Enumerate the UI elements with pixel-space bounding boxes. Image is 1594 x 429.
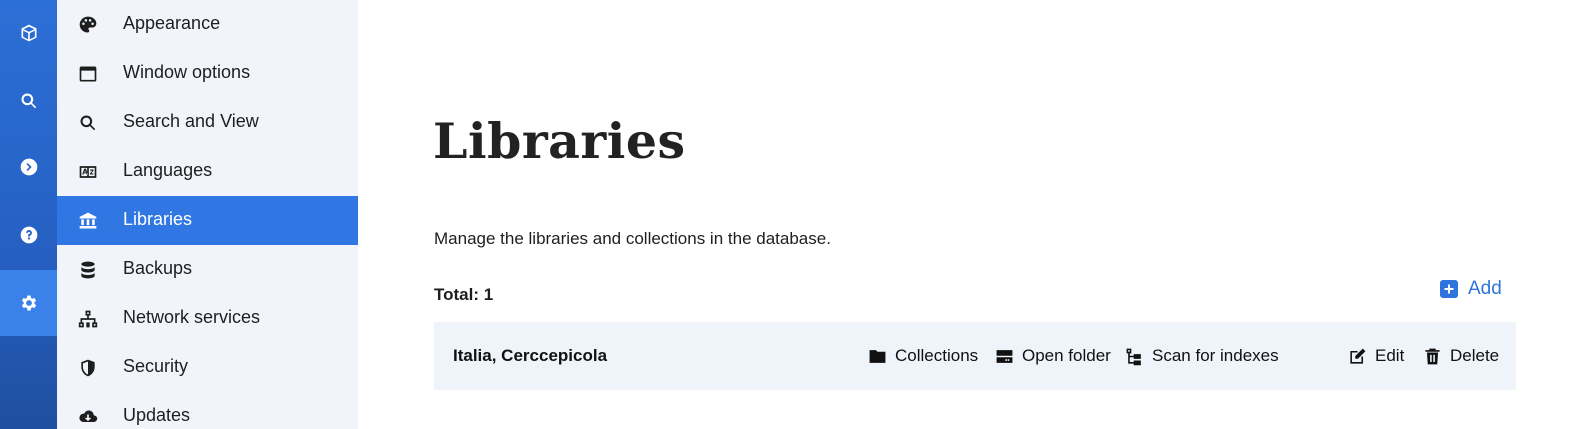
sidebar-item-label: Backups <box>123 258 193 278</box>
add-library-button[interactable]: Add <box>1440 278 1502 300</box>
sidebar-item-updates[interactable]: Updates <box>57 392 358 429</box>
sidebar-item-label: Search and View <box>123 111 259 131</box>
sidebar-item-backups[interactable]: Backups <box>57 245 358 294</box>
edit-button[interactable]: Edit <box>1348 346 1404 366</box>
chevron-right-circle-icon <box>20 158 37 176</box>
shield-icon <box>77 357 99 379</box>
folder-icon <box>869 349 886 363</box>
delete-label: Delete <box>1450 346 1500 365</box>
page-title: Libraries <box>433 112 686 170</box>
sidebar-item-languages[interactable]: Languages <box>57 147 358 196</box>
sidebar-item-label: Updates <box>123 405 191 425</box>
rail-search-button[interactable] <box>0 68 57 134</box>
sidebar-item-security[interactable]: Security <box>57 343 358 392</box>
tree-icon <box>1126 348 1141 365</box>
window-icon <box>77 63 99 85</box>
language-icon <box>77 161 99 183</box>
total-count: Total: 1 <box>434 285 494 304</box>
cloud-download-icon <box>77 406 99 428</box>
library-icon <box>77 210 99 232</box>
main-content: Libraries Manage the libraries and colle… <box>358 0 1594 429</box>
help-circle-icon <box>20 226 37 244</box>
rail-settings-button[interactable] <box>0 270 57 336</box>
drive-icon <box>996 349 1013 363</box>
database-icon <box>77 259 99 281</box>
search-icon <box>77 112 99 134</box>
sidebar-item-window-options[interactable]: Window options <box>57 49 358 98</box>
scan-label: Scan for indexes <box>1152 346 1279 365</box>
rail-library-button[interactable] <box>0 0 57 66</box>
sidebar-item-appearance[interactable]: Appearance <box>57 0 358 49</box>
rail-next-button[interactable] <box>0 134 57 200</box>
sidebar-item-label: Languages <box>123 160 213 180</box>
library-row: Italia, Cerccepicola Collections Open fo… <box>434 322 1516 390</box>
open-folder-button[interactable]: Open folder <box>995 346 1111 366</box>
delete-button[interactable]: Delete <box>1423 346 1499 366</box>
cube-icon <box>21 24 36 42</box>
sidebar-item-libraries[interactable]: Libraries <box>57 196 358 245</box>
sidebar-item-label: Window options <box>123 62 251 82</box>
settings-sidebar: Appearance Window options Search and Vie… <box>57 0 358 429</box>
gear-icon <box>21 295 36 311</box>
sidebar-item-label: Appearance <box>123 13 221 33</box>
sidebar-item-label: Security <box>123 356 189 376</box>
network-icon <box>77 308 99 330</box>
sidebar-item-label: Libraries <box>123 209 193 229</box>
plus-square-icon <box>1440 280 1458 298</box>
open-folder-label: Open folder <box>1022 346 1111 365</box>
library-name: Italia, Cerccepicola <box>453 346 608 365</box>
icon-rail <box>0 0 57 429</box>
rail-help-button[interactable] <box>0 202 57 268</box>
collections-button[interactable]: Collections <box>868 346 978 366</box>
trash-icon <box>1425 348 1440 364</box>
add-label: Add <box>1468 278 1502 299</box>
palette-icon <box>77 14 99 36</box>
sidebar-item-network-services[interactable]: Network services <box>57 294 358 343</box>
search-icon <box>21 93 36 109</box>
scan-for-indexes-button[interactable]: Scan for indexes <box>1125 346 1279 366</box>
page-description: Manage the libraries and collections in … <box>434 229 831 248</box>
edit-label: Edit <box>1375 346 1405 365</box>
sidebar-item-label: Network services <box>123 307 261 327</box>
edit-icon <box>1350 348 1366 364</box>
collections-label: Collections <box>895 346 979 365</box>
sidebar-item-search-and-view[interactable]: Search and View <box>57 98 358 147</box>
